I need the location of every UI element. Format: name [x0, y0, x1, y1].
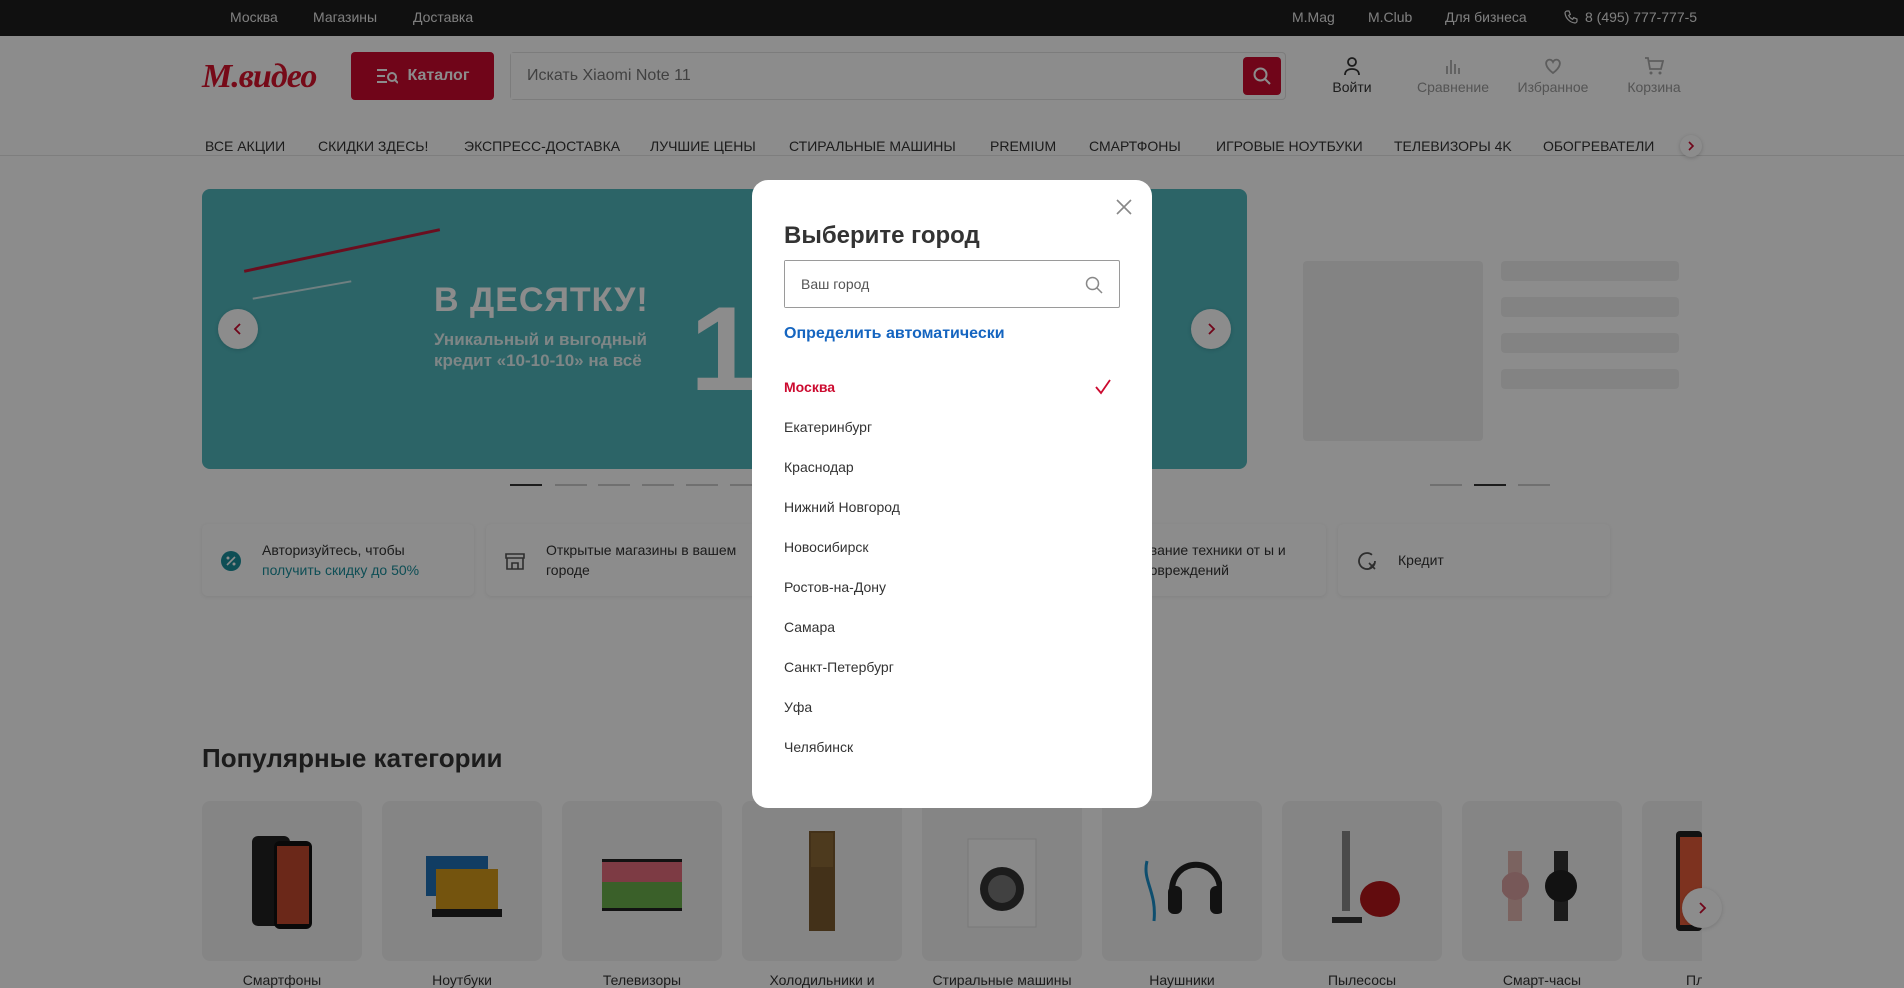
- city-option-ufa[interactable]: Уфа: [784, 699, 812, 715]
- city-option-saint-petersburg[interactable]: Санкт-Петербург: [784, 659, 894, 675]
- city-option-ekaterinburg[interactable]: Екатеринбург: [784, 419, 872, 435]
- check-icon: [1095, 379, 1111, 395]
- close-icon: [1116, 198, 1132, 215]
- search-icon: [1085, 276, 1103, 294]
- city-option-nizhny-novgorod[interactable]: Нижний Новгород: [784, 499, 900, 515]
- city-option-samara[interactable]: Самара: [784, 619, 835, 635]
- city-option-krasnodar[interactable]: Краснодар: [784, 459, 854, 475]
- city-search-box: [784, 260, 1120, 308]
- close-button[interactable]: [1114, 198, 1134, 218]
- city-option-rostov[interactable]: Ростов-на-Дону: [784, 579, 886, 595]
- modal-title: Выберите город: [784, 222, 980, 249]
- city-search-input[interactable]: [785, 261, 1075, 307]
- city-option-moscow[interactable]: Москва: [784, 379, 835, 395]
- city-option-novosibirsk[interactable]: Новосибирск: [784, 539, 869, 555]
- city-select-modal: Выберите город Определить автоматически …: [752, 180, 1152, 808]
- detect-city-link[interactable]: Определить автоматически: [784, 325, 1005, 343]
- city-option-chelyabinsk[interactable]: Челябинск: [784, 739, 853, 755]
